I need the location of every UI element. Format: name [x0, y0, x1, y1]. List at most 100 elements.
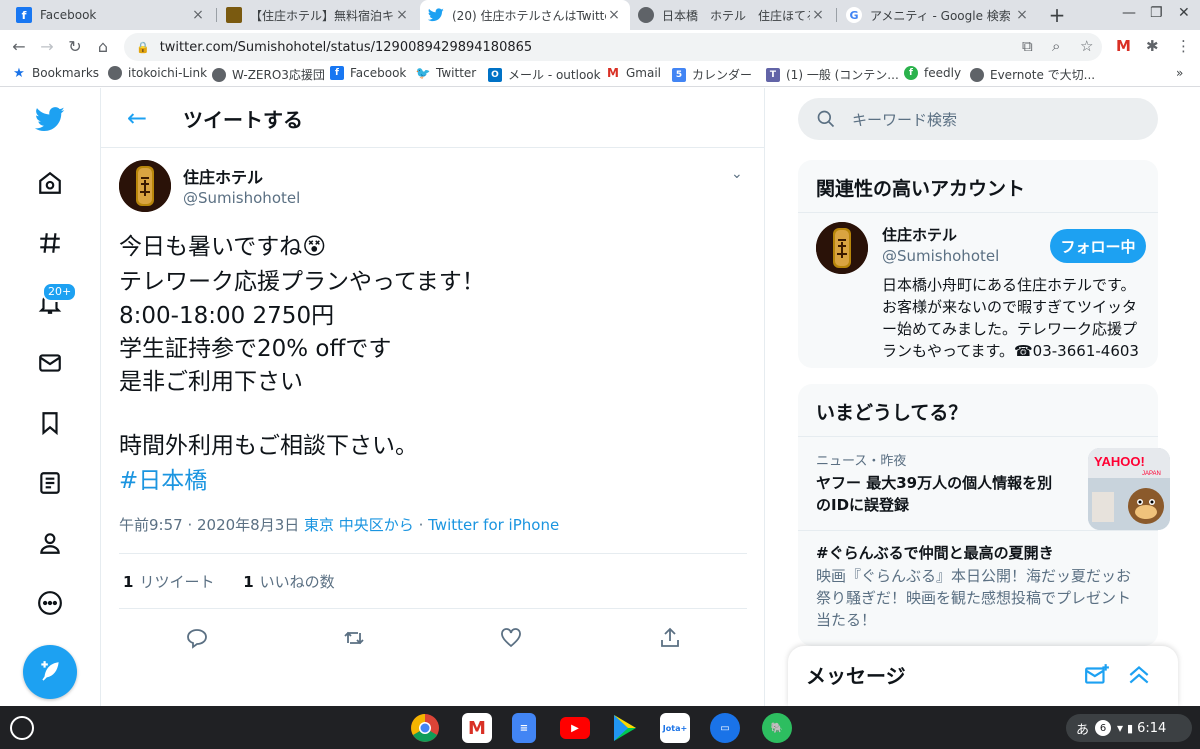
minimize-icon[interactable]: —: [1122, 5, 1136, 21]
hotel-favicon: [226, 7, 242, 23]
address-bar[interactable]: 🔒 twitter.com/Sumishohotel/status/129008…: [124, 33, 1102, 61]
bookmark-facebook[interactable]: f Facebook: [330, 66, 406, 80]
tab-hotel[interactable]: 【住庄ホテル】無料宿泊キャ ×: [218, 0, 418, 30]
tab-twitter-active[interactable]: (20) 住庄ホテルさんはTwitte ×: [420, 0, 630, 30]
bookmarks-icon[interactable]: [35, 408, 65, 438]
open-in-app-icon[interactable]: ⧉: [1022, 37, 1033, 55]
messages-drawer[interactable]: メッセージ: [788, 646, 1178, 706]
author-name[interactable]: 住庄ホテル: [183, 164, 263, 188]
star-icon: ★: [13, 65, 25, 81]
bookmark-gmail[interactable]: M Gmail: [606, 66, 661, 80]
twitter-logo-icon[interactable]: [35, 104, 65, 134]
tweet-source-link[interactable]: Twitter for iPhone: [428, 516, 559, 534]
more-icon[interactable]: [35, 588, 65, 618]
messages-envelope-icon[interactable]: [35, 348, 65, 378]
close-icon[interactable]: ×: [1014, 7, 1030, 23]
bookmark-star-icon[interactable]: ☆: [1080, 37, 1093, 55]
bookmark-bookmarks[interactable]: ★ Bookmarks: [12, 65, 99, 81]
like-heart-icon[interactable]: [499, 626, 523, 650]
chrome-app[interactable]: [410, 713, 440, 743]
trend-description-line: 祭り騒ぎだ！映画を観た感想投稿でプレゼント: [816, 589, 1132, 607]
close-icon[interactable]: ×: [810, 7, 826, 23]
launcher-icon[interactable]: [10, 716, 34, 740]
trend-category: ニュース・昨夜: [816, 454, 907, 469]
search-input[interactable]: キーワード検索: [798, 98, 1158, 140]
evernote-app[interactable]: 🐘: [762, 713, 792, 743]
home-icon[interactable]: ⌂: [92, 36, 114, 58]
globe-icon: [108, 66, 122, 80]
tweet-timestamp[interactable]: 午前9:57 · 2020年8月3日: [119, 516, 304, 534]
tweet-text-line: 8:00-18:00 2750円: [119, 303, 335, 329]
trend-hashtag[interactable]: #ぐらんぶるで仲間と最高の夏開き: [816, 542, 1054, 564]
bookmark-itokoichi[interactable]: itokoichi-Link: [108, 66, 207, 80]
zoom-icon[interactable]: ⌕: [1052, 37, 1060, 55]
bookmark-evernote[interactable]: Evernote で大切...: [970, 66, 1095, 83]
share-icon[interactable]: [658, 626, 682, 650]
chevron-up-icon[interactable]: [1126, 662, 1152, 692]
gmail-app[interactable]: M: [462, 713, 492, 743]
close-icon[interactable]: ×: [190, 7, 206, 23]
status-tray[interactable]: あ 6 ▾ ▮ 6:14: [1066, 714, 1192, 742]
tab-label: 日本橋 ホテル 住庄ほてる: [662, 8, 810, 23]
hashtag-link[interactable]: #日本橋: [119, 466, 207, 496]
bookmark-twitter[interactable]: 🐦 Twitter: [416, 66, 477, 80]
bookmark-label: Twitter: [436, 66, 477, 80]
bookmark-feedly[interactable]: f feedly: [904, 66, 961, 80]
tweet-location-link[interactable]: 東京 中央区から: [304, 516, 414, 534]
back-arrow-icon[interactable]: ←: [121, 102, 153, 134]
teams-icon: T: [766, 67, 780, 82]
chrome-menu-icon[interactable]: ⋮: [1176, 37, 1191, 55]
profile-icon[interactable]: [35, 528, 65, 558]
bookmark-wzero3[interactable]: W-ZERO3応援団: [212, 66, 325, 83]
like-stat[interactable]: 1 いいねの数: [243, 573, 334, 591]
tab-facebook[interactable]: f Facebook ×: [8, 0, 214, 30]
author-avatar[interactable]: [119, 160, 171, 212]
bookmark-outlook[interactable]: O メール - outlook: [488, 66, 601, 83]
play-store-app[interactable]: [610, 713, 640, 743]
browser-toolbar: ← → ↻ ⌂ 🔒 twitter.com/Sumishohotel/statu…: [0, 30, 1200, 63]
compose-tweet-button[interactable]: [23, 645, 77, 699]
restore-icon[interactable]: ❐: [1150, 5, 1163, 21]
retweet-icon[interactable]: [342, 626, 366, 650]
retweet-stat[interactable]: 1 リツイート: [123, 573, 214, 591]
explore-hashtag-icon[interactable]: [35, 228, 65, 258]
author-handle[interactable]: @Sumishohotel: [183, 189, 300, 207]
tab-google-search[interactable]: G アメニティ - Google 検索 ×: [838, 0, 1038, 30]
gmail-extension-icon[interactable]: M: [1116, 37, 1131, 55]
trend-title-line[interactable]: ヤフー 最大39万人の個人情報を別: [816, 472, 1052, 494]
trends-title: いまどうしてる？: [816, 402, 968, 424]
youtube-app[interactable]: ▶: [560, 717, 590, 739]
messages-title: メッセージ: [806, 664, 906, 688]
account-name[interactable]: 住庄ホテル: [882, 224, 957, 245]
reload-icon[interactable]: ↻: [64, 36, 86, 58]
home-icon[interactable]: [35, 168, 65, 198]
close-icon[interactable]: ×: [394, 7, 410, 23]
following-button[interactable]: フォロー中: [1050, 229, 1146, 263]
close-window-icon[interactable]: ✕: [1178, 5, 1190, 21]
bookmark-teams[interactable]: T (1) 一般 (コンテン...: [766, 66, 899, 83]
outlook-icon: O: [488, 67, 502, 82]
new-message-icon[interactable]: [1084, 662, 1110, 692]
tab-separator: [836, 8, 837, 22]
jota-app[interactable]: Jota+: [660, 713, 690, 743]
files-app[interactable]: ▭: [710, 713, 740, 743]
trend-description-line: 当たる！: [816, 611, 877, 629]
bookmarks-overflow-button[interactable]: »: [1176, 66, 1183, 80]
back-icon[interactable]: ←: [8, 36, 30, 58]
extensions-icon[interactable]: ✱: [1146, 37, 1159, 55]
chevron-down-icon[interactable]: ⌄: [731, 166, 743, 182]
tab-nihonbashi-hotel[interactable]: 日本橋 ホテル 住庄ほてる ×: [630, 0, 834, 30]
trend-title-line[interactable]: のIDに誤登録: [816, 494, 909, 516]
docs-app[interactable]: ≡: [512, 713, 536, 743]
url-text: twitter.com/Sumishohotel/status/12900894…: [159, 39, 533, 55]
account-avatar[interactable]: [816, 222, 868, 274]
forward-icon[interactable]: →: [36, 36, 58, 58]
trend-thumbnail[interactable]: YAHOO! JAPAN: [1088, 448, 1170, 530]
close-icon[interactable]: ×: [606, 7, 622, 23]
bookmark-calendar[interactable]: 5 カレンダー: [672, 66, 752, 83]
lists-icon[interactable]: [35, 468, 65, 498]
twitter-page: 20+ ← ツイートする 住庄ホテル @Sumishohotel ⌄ 今日も暑い…: [0, 88, 1200, 706]
account-handle[interactable]: @Sumishohotel: [882, 247, 999, 265]
new-tab-button[interactable]: +: [1046, 4, 1068, 26]
reply-icon[interactable]: [185, 626, 209, 650]
